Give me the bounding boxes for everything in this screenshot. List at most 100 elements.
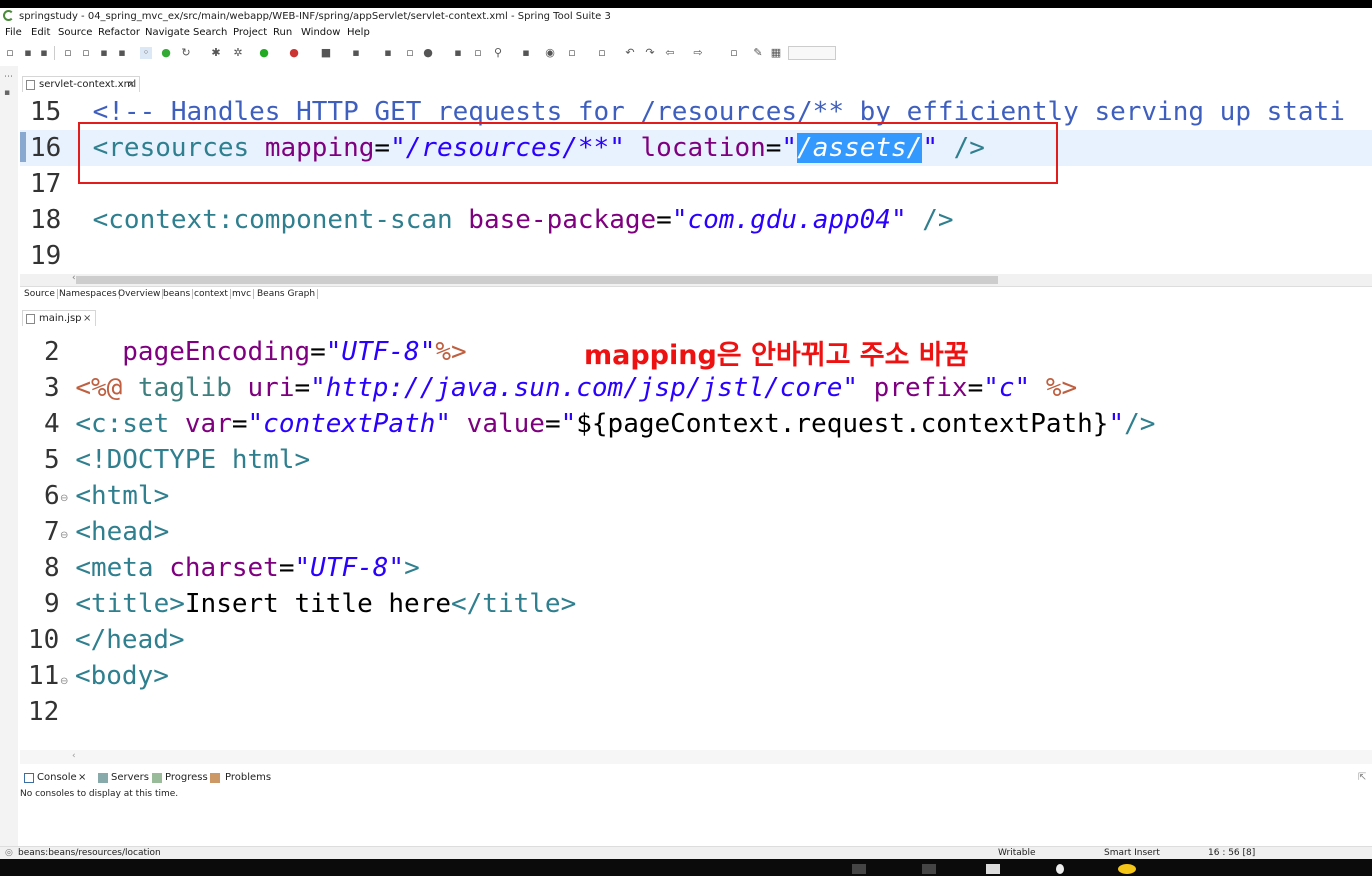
status-cursor-position: 16 : 56 [8]	[1208, 848, 1256, 858]
open-perspective-icon[interactable]: ▫	[728, 47, 740, 59]
code-line: 19	[30, 241, 62, 271]
next-annotation-icon[interactable]: ▫	[596, 47, 608, 59]
forward-icon[interactable]: ⇨	[692, 47, 704, 59]
subtab-beans[interactable]: beans	[161, 289, 194, 299]
close-icon[interactable]: ×	[78, 772, 86, 783]
subtab-namespaces[interactable]: Namespaces	[57, 289, 120, 299]
subtab-overview[interactable]: Overview	[116, 289, 164, 299]
scrollbar-thumb[interactable]	[76, 276, 998, 284]
status-path: beans:beans/resources/location	[18, 848, 161, 858]
task-icon[interactable]: ▪	[520, 47, 532, 59]
jsp-editor[interactable]: 2 pageEncoding="UTF-8"%> 3 <%@ taglib ur…	[20, 326, 1372, 750]
code-line: 5 <!DOCTYPE html>	[44, 445, 311, 475]
external-tools-icon[interactable]: ●	[288, 47, 300, 59]
menu-help[interactable]: Help	[347, 27, 370, 38]
open-folder-icon[interactable]: ▫	[472, 47, 484, 59]
progress-icon	[152, 773, 162, 783]
new-icon[interactable]: ▫	[4, 47, 16, 59]
open-type-icon[interactable]: ▪	[452, 47, 464, 59]
save-icon[interactable]: ▪	[22, 47, 34, 59]
horizontal-scrollbar[interactable]: ‹	[20, 750, 1372, 764]
toggle-icon[interactable]: ▪	[98, 47, 110, 59]
restore-icon[interactable]: ⋯	[4, 72, 13, 82]
tab-servers[interactable]: Servers	[111, 772, 149, 783]
refresh-icon[interactable]: ↻	[180, 47, 192, 59]
xml-editor-subtabs: Source Namespaces Overview beans context…	[20, 286, 1372, 303]
debug-icon[interactable]: ✱	[210, 47, 222, 59]
jsp-file-icon	[26, 314, 35, 324]
properties-icon[interactable]: ▫	[80, 47, 92, 59]
status-bar: ◎ beans:beans/resources/location Writabl…	[0, 846, 1372, 860]
menu-window[interactable]: Window	[301, 27, 340, 38]
code-line: 2 pageEncoding="UTF-8"%>	[44, 337, 467, 367]
console-icon	[24, 773, 34, 783]
code-line: 3 <%@ taglib uri="http://java.sun.com/js…	[44, 373, 1078, 403]
tab-console[interactable]: Console	[37, 772, 77, 783]
server-icon[interactable]: ▪	[350, 47, 362, 59]
grid-icon[interactable]: ▦	[770, 47, 782, 59]
annotation-icon[interactable]: ▫	[566, 47, 578, 59]
menu-refactor[interactable]: Refactor	[98, 27, 140, 38]
last-edit-icon[interactable]: ↶	[624, 47, 636, 59]
code-line: 4 <c:set var="contextPath" value="${page…	[44, 409, 1156, 439]
status-insert-mode: Smart Insert	[1104, 848, 1160, 858]
fold-icon[interactable]: ⊖	[60, 530, 68, 541]
console-message: No consoles to display at this time.	[20, 789, 179, 799]
console-tabs: Console × Servers Progress Problems ⇱	[20, 770, 1372, 787]
tab-main-jsp[interactable]: main.jsp ×	[22, 310, 96, 326]
search-icon[interactable]: ⚲	[492, 47, 504, 59]
mark-occurrences-icon[interactable]: ◦	[140, 47, 152, 59]
forward-edit-icon[interactable]: ↷	[644, 47, 656, 59]
title-bar: springstudy - 04_spring_mvc_ex/src/main/…	[0, 8, 1372, 26]
view-menu-icon[interactable]: ⇱	[1358, 772, 1366, 783]
menu-file[interactable]: File	[5, 27, 22, 38]
menu-source[interactable]: Source	[58, 27, 92, 38]
toolbar-combo[interactable]	[788, 46, 836, 60]
os-taskbar	[0, 859, 1372, 876]
tab-progress[interactable]: Progress	[165, 772, 208, 783]
new-class-icon[interactable]: ●	[422, 47, 434, 59]
screen-top-border	[0, 0, 1372, 8]
menu-search[interactable]: Search	[193, 27, 227, 38]
taskbar-app-icon[interactable]	[1056, 864, 1064, 874]
subtab-beans-graph[interactable]: Beans Graph	[255, 289, 319, 299]
highlight-box	[78, 122, 1058, 184]
globe-icon[interactable]: ◉	[544, 47, 556, 59]
taskbar-app-icon[interactable]	[986, 864, 1000, 874]
fold-icon[interactable]: ⊖	[60, 493, 68, 504]
close-icon[interactable]: ×	[83, 313, 91, 324]
console-icon[interactable]: ▪	[116, 47, 128, 59]
run-icon[interactable]: ●	[258, 47, 270, 59]
sts-logo-icon	[3, 10, 14, 21]
code-line: 10 </head>	[28, 625, 185, 655]
taskbar-app-icon[interactable]	[922, 864, 936, 874]
menu-project[interactable]: Project	[233, 27, 267, 38]
brush-icon[interactable]: ✎	[752, 47, 764, 59]
scroll-left-icon[interactable]: ‹	[72, 751, 76, 761]
fold-icon[interactable]: ⊖	[60, 676, 68, 687]
annotation-text: mapping은 안바뀌고 주소 바꿈	[584, 340, 969, 371]
subtab-mvc[interactable]: mvc	[230, 289, 255, 299]
subtab-context[interactable]: context	[192, 289, 231, 299]
tab-problems[interactable]: Problems	[225, 772, 271, 783]
horizontal-scrollbar[interactable]: ‹	[20, 273, 1372, 286]
save-all-icon[interactable]: ▪	[38, 47, 50, 59]
package-explorer-icon[interactable]: ▪	[4, 88, 10, 98]
code-line: 9 <title>Insert title here</title>	[44, 589, 577, 619]
close-icon[interactable]: ×	[127, 79, 135, 90]
subtab-source[interactable]: Source	[22, 289, 58, 299]
status-writable: Writable	[998, 848, 1036, 858]
stop-icon[interactable]: ■	[320, 47, 332, 59]
new-java-icon[interactable]: ▪	[382, 47, 394, 59]
tab-servlet-context-xml[interactable]: servlet-context.xml ×	[22, 76, 140, 92]
menu-edit[interactable]: Edit	[31, 27, 50, 38]
menu-run[interactable]: Run	[273, 27, 292, 38]
bug-icon[interactable]: ✲	[232, 47, 244, 59]
back-icon[interactable]: ⇦	[664, 47, 676, 59]
print-icon[interactable]: ▫	[62, 47, 74, 59]
taskbar-app-icon[interactable]	[852, 864, 866, 874]
taskbar-app-icon[interactable]	[1118, 864, 1136, 874]
menu-navigate[interactable]: Navigate	[145, 27, 190, 38]
package-icon[interactable]: ▫	[404, 47, 416, 59]
boot-icon[interactable]: ●	[160, 47, 172, 59]
